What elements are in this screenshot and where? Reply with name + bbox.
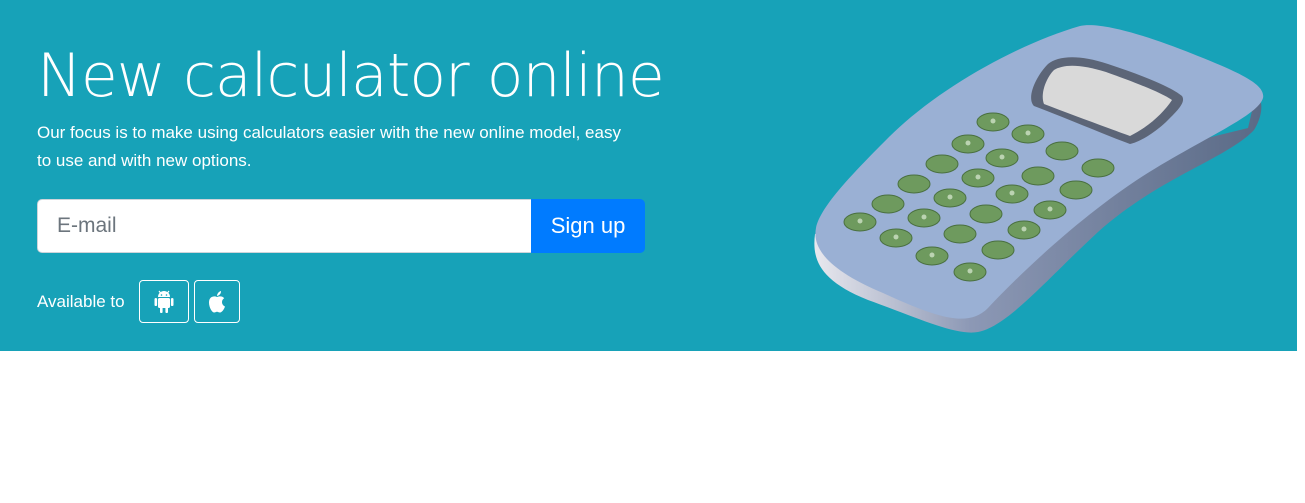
android-button[interactable] <box>138 280 189 323</box>
hero-lead: Our focus is to make using calculators e… <box>37 123 621 170</box>
availability-row: Available to <box>37 280 245 323</box>
hero-banner: New calculator online Our focus is to ma… <box>0 0 1297 351</box>
email-input[interactable] <box>37 199 531 253</box>
apple-icon <box>208 290 225 312</box>
signup-form: Sign up <box>37 199 645 253</box>
signup-button[interactable]: Sign up <box>531 199 645 253</box>
hero-title: New calculator online <box>37 41 665 111</box>
calculator-illustration <box>814 25 1264 333</box>
apple-button[interactable] <box>193 280 240 323</box>
android-icon <box>154 290 174 313</box>
available-label: Available to <box>37 291 125 311</box>
